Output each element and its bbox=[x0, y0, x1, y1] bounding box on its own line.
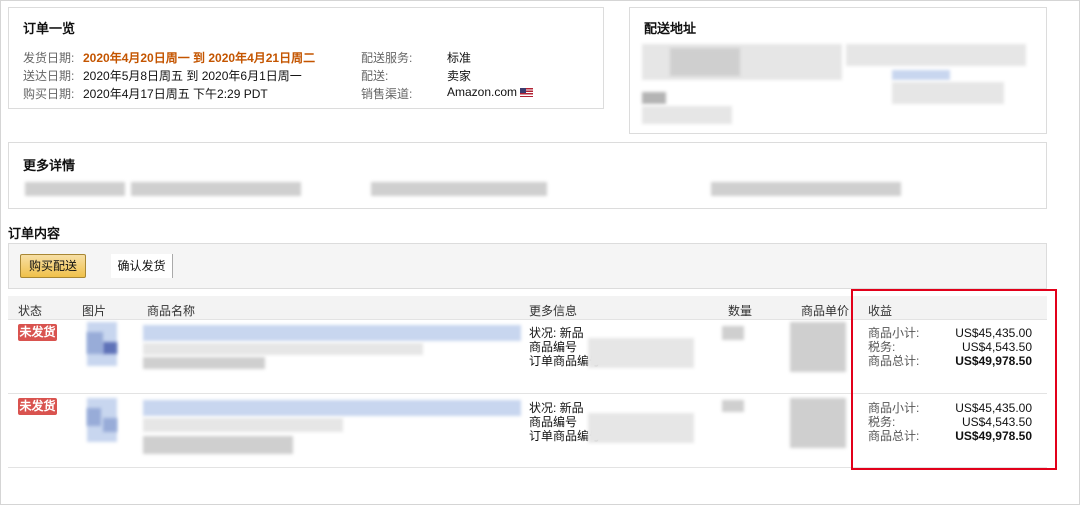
address-redacted bbox=[892, 82, 1004, 104]
condition-text: 状况: 新品 bbox=[529, 401, 584, 415]
item-no-redacted bbox=[588, 413, 694, 443]
status-badge: 未发货 bbox=[18, 324, 57, 341]
header-name: 商品名称 bbox=[147, 304, 196, 318]
channel-value: Amazon.com bbox=[447, 85, 518, 99]
product-name-redacted[interactable] bbox=[143, 400, 521, 456]
product-name-redacted[interactable] bbox=[143, 325, 521, 375]
header-more-info: 更多信息 bbox=[529, 304, 578, 318]
product-image[interactable] bbox=[83, 322, 121, 366]
us-flag-icon bbox=[520, 88, 534, 97]
address-redacted bbox=[642, 106, 732, 124]
revenue-highlight-box bbox=[851, 289, 1057, 470]
ship-service-value: 标准 bbox=[447, 51, 472, 65]
address-redacted bbox=[670, 48, 740, 76]
purchase-date-label: 购买日期: bbox=[23, 87, 75, 101]
deliver-date-label: 送达日期: bbox=[23, 69, 75, 83]
ship-date-value: 2020年4月20日周一 到 2020年4月21日周二 bbox=[83, 51, 316, 65]
status-badge: 未发货 bbox=[18, 398, 57, 415]
condition-text: 状况: 新品 bbox=[529, 326, 584, 340]
more-details-panel: 更多详情 bbox=[8, 142, 1047, 209]
header-quantity: 数量 bbox=[728, 304, 753, 318]
order-summary-panel: 订单一览 发货日期: 2020年4月20日周一 到 2020年4月21日周二 送… bbox=[8, 7, 604, 109]
header-status: 状态 bbox=[18, 304, 43, 318]
item-no-label: 商品编号 bbox=[529, 415, 578, 429]
deliver-date-value: 2020年5月8日周五 到 2020年6月1日周一 bbox=[83, 69, 302, 83]
address-redacted bbox=[892, 70, 950, 80]
purchase-date-value: 2020年4月17日周五 下午2:29 PDT bbox=[83, 87, 268, 101]
shipping-address-title: 配送地址 bbox=[644, 21, 697, 36]
order-contents-title: 订单内容 bbox=[8, 226, 61, 241]
item-no-redacted bbox=[588, 338, 694, 368]
quantity-redacted bbox=[722, 400, 744, 412]
channel-value-wrap: Amazon.com bbox=[447, 85, 534, 99]
shipping-address-panel: 配送地址 bbox=[629, 7, 1047, 134]
more-details-title: 更多详情 bbox=[23, 158, 76, 173]
product-image[interactable] bbox=[83, 398, 121, 442]
details-redacted bbox=[25, 182, 125, 196]
confirm-ship-button[interactable]: 确认发货 bbox=[111, 254, 173, 278]
item-no-label: 商品编号 bbox=[529, 340, 578, 354]
order-summary-title: 订单一览 bbox=[23, 21, 76, 36]
details-redacted bbox=[711, 182, 901, 196]
channel-label: 销售渠道: bbox=[361, 87, 413, 101]
header-unit-price: 商品单价 bbox=[801, 304, 850, 318]
fulfillment-value: 卖家 bbox=[447, 69, 472, 83]
quantity-redacted bbox=[722, 326, 744, 340]
header-image: 图片 bbox=[82, 304, 107, 318]
address-redacted bbox=[642, 92, 666, 104]
buy-shipping-button[interactable]: 购买配送 bbox=[20, 254, 86, 278]
fulfillment-label: 配送: bbox=[361, 69, 389, 83]
details-redacted bbox=[371, 182, 547, 196]
details-redacted bbox=[131, 182, 301, 196]
ship-date-label: 发货日期: bbox=[23, 51, 75, 65]
unit-price-redacted bbox=[790, 322, 846, 372]
address-redacted bbox=[846, 44, 1026, 66]
unit-price-redacted bbox=[790, 398, 846, 448]
ship-service-label: 配送服务: bbox=[361, 51, 413, 65]
